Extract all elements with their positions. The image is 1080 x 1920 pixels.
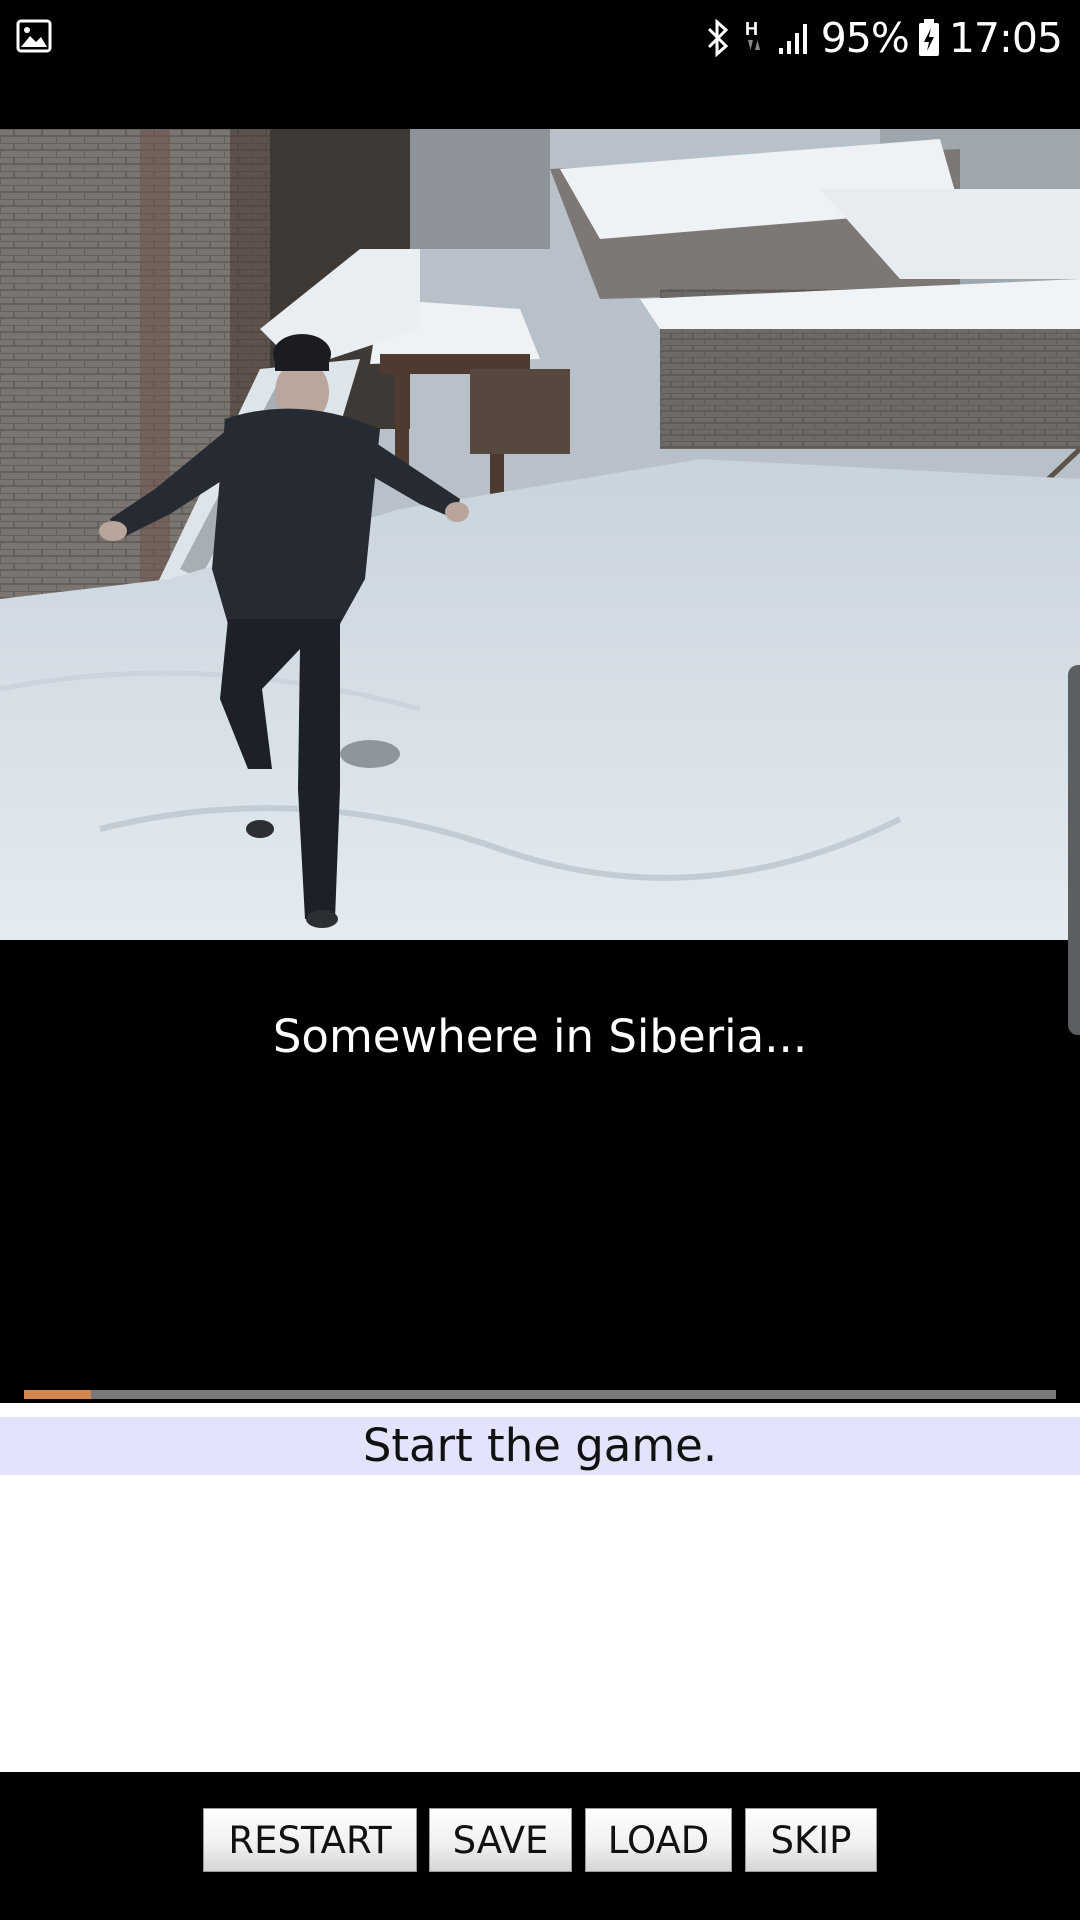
caption-area: Somewhere in Siberia... <box>0 940 1080 1400</box>
network-label: H <box>745 19 758 39</box>
clock: 17:05 <box>948 14 1063 62</box>
bottom-toolbar: RESTART SAVE LOAD SKIP <box>0 1772 1080 1920</box>
app-screen: H 95% 17:05 Somewhere in Siberia... Star… <box>0 0 1080 1920</box>
choice-start-game[interactable]: Start the game. <box>0 1417 1080 1475</box>
restart-button[interactable]: RESTART <box>203 1808 417 1872</box>
skip-button[interactable]: SKIP <box>745 1808 877 1872</box>
bluetooth-icon <box>707 18 728 58</box>
scene-caption: Somewhere in Siberia... <box>272 1010 808 1063</box>
network-h-icon: H <box>745 19 760 50</box>
load-button[interactable]: LOAD <box>585 1808 732 1872</box>
battery-percent: 95% <box>820 14 910 62</box>
scene-image <box>0 129 1080 940</box>
save-button[interactable]: SAVE <box>429 1808 572 1872</box>
signal-icon <box>778 24 807 54</box>
status-bar: H 95% 17:05 <box>0 0 1080 76</box>
scene-video[interactable] <box>0 129 1080 940</box>
choices-panel: Start the game. <box>0 1403 1080 1772</box>
story-progress-bar <box>24 1390 1056 1399</box>
scroll-handle[interactable] <box>1068 665 1080 1035</box>
battery-charging-icon <box>918 19 939 56</box>
gallery-icon <box>16 19 52 53</box>
status-indicators: H 95% 17:05 <box>705 10 1063 66</box>
story-progress-fill <box>24 1390 92 1399</box>
